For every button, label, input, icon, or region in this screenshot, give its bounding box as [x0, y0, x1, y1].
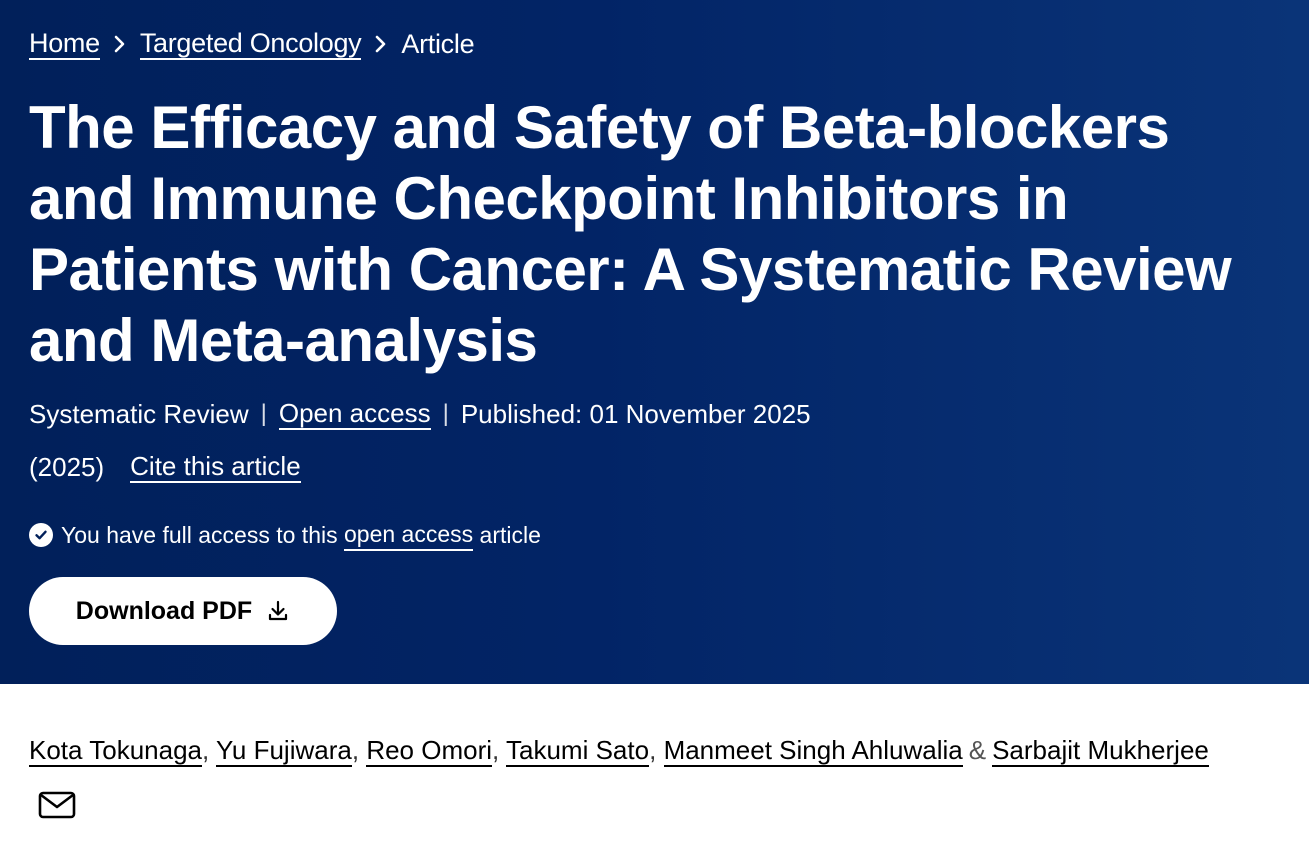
cite-row: (2025) Cite this article: [29, 449, 301, 485]
meta-divider: |: [442, 400, 449, 427]
article-title: The Efficacy and Safety of Beta-blockers…: [29, 94, 1232, 374]
author-link[interactable]: Sarbajit Mukherjee: [992, 735, 1209, 767]
access-open-access-link[interactable]: open access: [344, 519, 474, 551]
author-link[interactable]: Takumi Sato: [506, 735, 650, 767]
author-link[interactable]: Reo Omori: [366, 735, 493, 767]
breadcrumb-current: Article: [401, 29, 475, 59]
check-circle-icon: [29, 523, 53, 547]
author-list: Kota Tokunaga, Yu Fujiwara, Reo Omori, T…: [29, 735, 1209, 767]
meta-divider: |: [260, 400, 267, 427]
chevron-right-icon: [100, 35, 140, 53]
published-date: Published: 01 November 2025: [460, 398, 811, 429]
access-notice: You have full access to this open access…: [29, 518, 541, 552]
chevron-right-icon: [361, 35, 401, 53]
publication-year: (2025): [29, 451, 105, 482]
breadcrumb-home[interactable]: Home: [29, 28, 100, 60]
breadcrumb: Home Targeted Oncology Article: [29, 26, 475, 62]
article-header: Home Targeted Oncology Article The Effic…: [0, 0, 1309, 684]
open-access-link[interactable]: Open access: [278, 398, 431, 430]
breadcrumb-journal[interactable]: Targeted Oncology: [139, 28, 362, 60]
download-pdf-button[interactable]: Download PDF: [29, 577, 337, 645]
article-type: Systematic Review: [29, 398, 249, 429]
author-link[interactable]: Yu Fujiwara: [216, 735, 352, 767]
cite-article-link[interactable]: Cite this article: [130, 451, 301, 483]
download-pdf-label: Download PDF: [75, 596, 253, 625]
mail-icon[interactable]: [38, 788, 76, 822]
author-ampersand: &: [968, 735, 987, 765]
download-icon: [269, 600, 288, 621]
author-link[interactable]: Manmeet Singh Ahluwalia: [663, 735, 963, 767]
article-meta: Systematic Review | Open access | Publis…: [29, 396, 811, 432]
access-text-suffix: article: [479, 521, 541, 548]
author-link[interactable]: Kota Tokunaga: [29, 735, 202, 767]
access-text-prefix: You have full access to this: [61, 521, 338, 548]
